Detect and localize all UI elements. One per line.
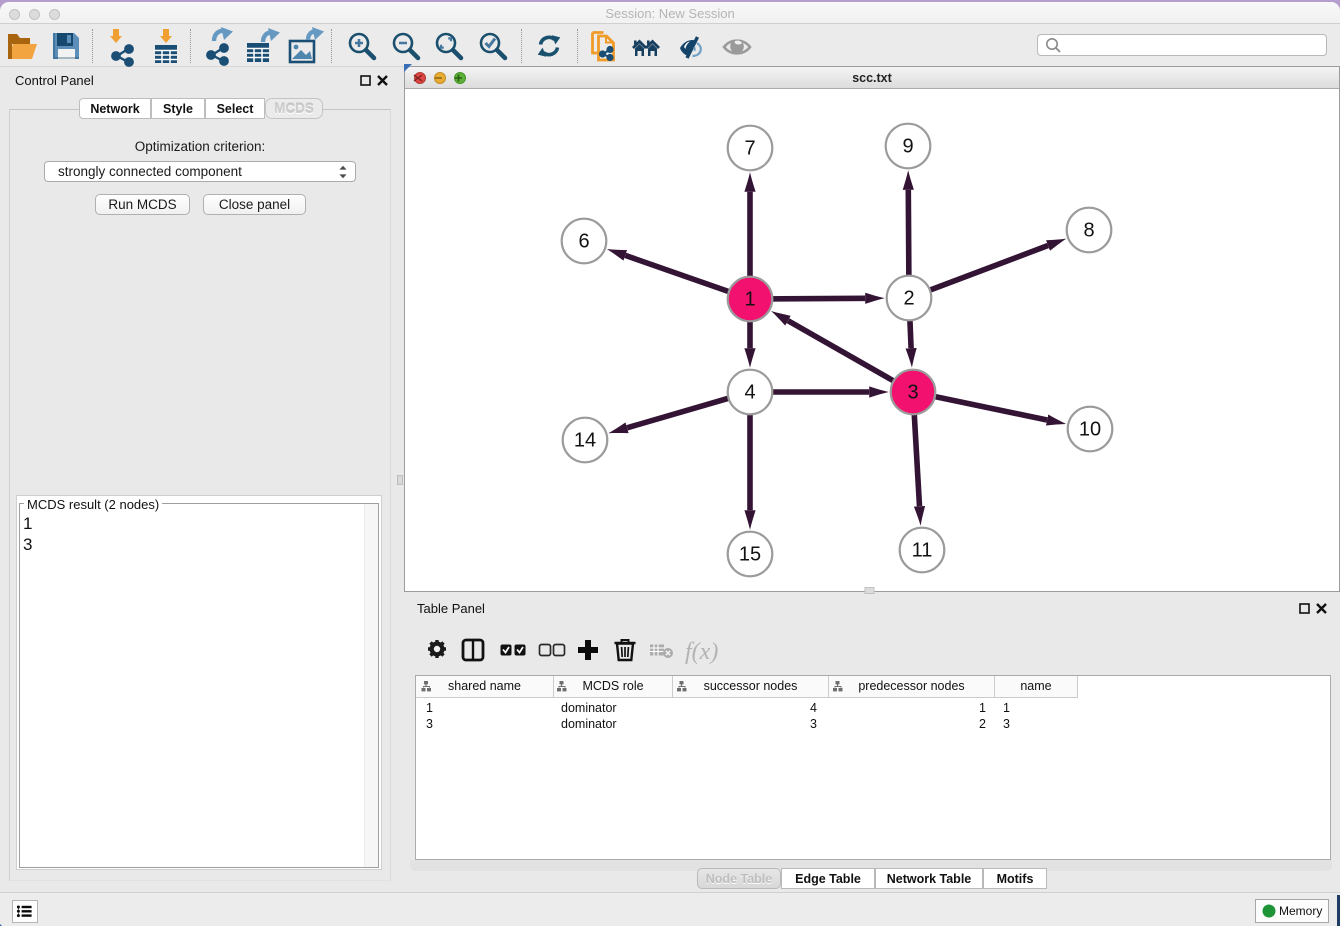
svg-text:14: 14 — [574, 430, 596, 452]
svg-text:9: 9 — [902, 136, 913, 158]
svg-text:8: 8 — [1083, 220, 1094, 242]
svg-text:4: 4 — [744, 382, 755, 404]
svg-text:1: 1 — [744, 289, 755, 311]
svg-text:3: 3 — [907, 382, 918, 404]
svg-text:10: 10 — [1079, 419, 1101, 441]
svg-text:2: 2 — [903, 288, 914, 310]
svg-text:f(x): f(x) — [685, 639, 718, 665]
svg-text:15: 15 — [739, 544, 761, 566]
svg-text:6: 6 — [578, 231, 589, 253]
svg-text:11: 11 — [912, 540, 933, 562]
svg-text:7: 7 — [744, 138, 755, 160]
